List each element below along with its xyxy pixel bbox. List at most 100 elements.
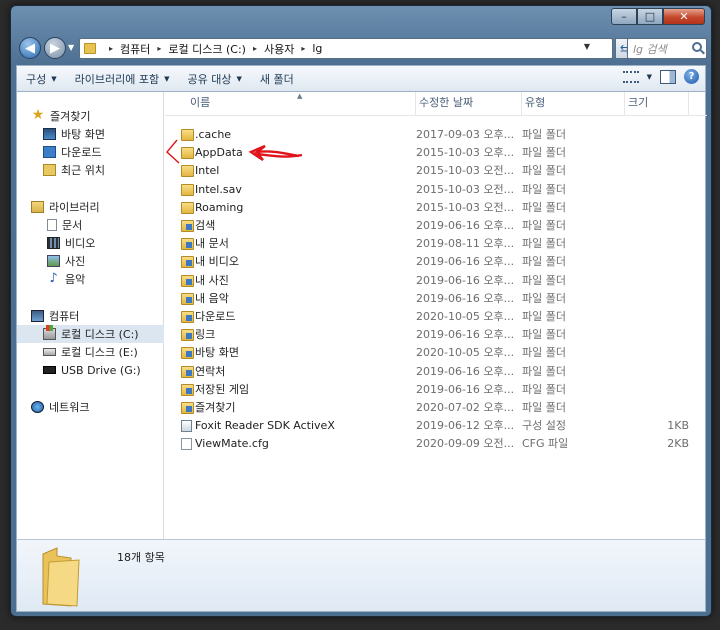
breadcrumb-separator[interactable]: ▸ [109,44,113,53]
file-size [625,199,689,217]
search-input[interactable]: lg 검색 [627,38,707,59]
new-folder-button[interactable]: 새 폴더 [251,66,303,91]
breadcrumb-local-disk-c[interactable]: 로컬 디스크 (C:) [168,41,246,57]
nav-label: 로컬 디스크 (C:) [61,328,139,341]
include-in-library-button[interactable]: 라이브러리에 포함 ▼ [66,66,179,91]
preview-pane-icon[interactable] [660,69,676,84]
close-button[interactable]: ✕ [663,8,705,25]
nav-label: 최근 위치 [61,164,105,177]
navigation-pane: ★ 즐겨찾기 바탕 화면 다운로드 최근 위치 라이브러리 문서 비디오 사진 ♪… [17,92,164,539]
minimize-button[interactable]: – [611,8,637,25]
breadcrumb-lg[interactable]: lg [312,42,322,55]
file-row[interactable]: 저장된 게임 2019-06-16 오후... 파일 폴더 [165,381,707,399]
breadcrumb-separator[interactable]: ▸ [301,44,305,53]
special-folder-icon [181,365,194,378]
file-row[interactable]: Foxit Reader SDK ActiveX 2019-06-12 오후...… [165,417,707,435]
include-library-label: 라이브러리에 포함 [74,72,160,86]
forward-button[interactable]: ▶ [44,37,66,59]
file-date: 2019-06-16 오후... [416,291,514,305]
item-count: 18개 항목 [117,551,165,564]
file-row[interactable]: 바탕 화면 2020-10-05 오후... 파일 폴더 [165,344,707,362]
recent-pages-dropdown-icon[interactable]: ▼ [68,43,74,52]
nav-pictures[interactable]: 사진 [17,252,164,270]
share-with-button[interactable]: 공유 대상 ▼ [179,66,251,91]
file-row[interactable]: Intel.sav 2015-10-03 오전... 파일 폴더 [165,181,707,199]
file-row[interactable]: 검색 2019-06-16 오후... 파일 폴더 [165,217,707,235]
file-row[interactable]: Roaming 2015-10-03 오전... 파일 폴더 [165,199,707,217]
breadcrumb-separator[interactable]: ▸ [253,44,257,53]
file-row[interactable]: ViewMate.cfg 2020-09-09 오전... CFG 파일 2KB [165,435,707,453]
file-list: ▲ 이름 수정한 날짜 유형 크기 .cache 2017-09-03 오후...… [165,92,707,539]
file-row[interactable]: 다운로드 2020-10-05 오후... 파일 폴더 [165,308,707,326]
special-folder-icon [181,220,194,232]
nav-drive-c[interactable]: 로컬 디스크 (C:) [17,325,164,343]
file-type: 파일 폴더 [522,328,566,342]
nav-drive-g[interactable]: USB Drive (G:) [17,361,164,379]
file-row[interactable]: 연락처 2019-06-16 오후... 파일 폴더 [165,363,707,381]
help-icon[interactable]: ? [684,69,699,84]
back-arrow-icon: ◀ [25,40,35,56]
organize-button[interactable]: 구성 ▼ [17,66,66,91]
file-row[interactable]: 링크 2019-06-16 오후... 파일 폴더 [165,326,707,344]
file-row[interactable]: 즐겨찾기 2020-07-02 오후... 파일 폴더 [165,399,707,417]
column-type[interactable]: 유형 [522,92,625,116]
folder-icon [181,129,194,141]
file-row[interactable]: Intel 2015-10-03 오전... 파일 폴더 [165,162,707,180]
file-name: 저장된 게임 [195,382,250,396]
nav-desktop[interactable]: 바탕 화면 [17,125,164,143]
share-label: 공유 대상 [187,72,232,86]
file-type: 구성 설정 [522,419,566,433]
file-name: .cache [195,128,232,141]
forward-arrow-icon: ▶ [50,40,60,56]
drive-icon [43,348,56,356]
organize-label: 구성 [26,72,47,86]
breadcrumb-users[interactable]: 사용자 [264,41,294,57]
address-dropdown-icon[interactable]: ▼ [584,42,590,51]
file-row[interactable]: .cache 2017-09-03 오후... 파일 폴더 [165,126,707,144]
file-icon [181,438,192,451]
nav-network[interactable]: 네트워크 [17,398,164,416]
back-button[interactable]: ◀ [19,37,41,59]
file-date: 2019-06-16 오후... [416,273,514,287]
file-date: 2019-06-16 오후... [416,255,514,269]
column-date[interactable]: 수정한 날짜 [416,92,522,116]
file-row[interactable]: 내 사진 2019-06-16 오후... 파일 폴더 [165,272,707,290]
view-dropdown-icon[interactable]: ▼ [647,73,652,81]
file-type: 파일 폴더 [522,164,566,178]
file-size [625,253,689,271]
file-row[interactable]: AppData 2015-10-03 오후... 파일 폴더 [165,144,707,162]
file-date: 2015-10-03 오전... [416,200,514,214]
nav-favorites[interactable]: ★ 즐겨찾기 [17,107,164,125]
nav-libraries[interactable]: 라이브러리 [17,198,164,216]
file-date: 2015-10-03 오전... [416,164,514,178]
nav-computer[interactable]: 컴퓨터 [17,307,164,325]
nav-videos[interactable]: 비디오 [17,234,164,252]
nav-recent-places[interactable]: 최근 위치 [17,161,164,179]
file-size [625,162,689,180]
nav-documents[interactable]: 문서 [17,216,164,234]
file-row[interactable]: 내 비디오 2019-06-16 오후... 파일 폴더 [165,253,707,271]
nav-music[interactable]: ♪ 음악 [17,270,164,288]
file-name: ViewMate.cfg [195,437,269,451]
nav-downloads[interactable]: 다운로드 [17,143,164,161]
windows-drive-icon [43,325,56,340]
breadcrumb-separator[interactable]: ▸ [157,44,161,53]
nav-drive-e[interactable]: 로컬 디스크 (E:) [17,343,164,361]
file-name: AppData [195,146,243,160]
column-name[interactable]: 이름 [187,92,416,116]
file-row[interactable]: 내 음악 2019-06-16 오후... 파일 폴더 [165,290,707,308]
file-type: 파일 폴더 [522,219,566,232]
file-name: Intel [195,164,220,178]
new-folder-label: 새 폴더 [259,72,294,86]
column-size[interactable]: 크기 [625,92,689,116]
file-row[interactable]: 내 문서 2019-08-11 오후... 파일 폴더 [165,235,707,253]
file-type: 파일 폴더 [522,382,566,396]
file-size [625,217,689,235]
breadcrumb-computer[interactable]: 컴퓨터 [120,41,150,57]
file-type: 파일 폴더 [522,237,566,251]
address-bar[interactable]: ▸ 컴퓨터 ▸ 로컬 디스크 (C:) ▸ 사용자 ▸ lg ▼ [79,38,613,59]
change-view-icon[interactable] [622,70,639,83]
maximize-button[interactable]: □ [637,8,663,25]
settings-file-icon [181,420,192,433]
file-type: 파일 폴더 [522,200,566,214]
